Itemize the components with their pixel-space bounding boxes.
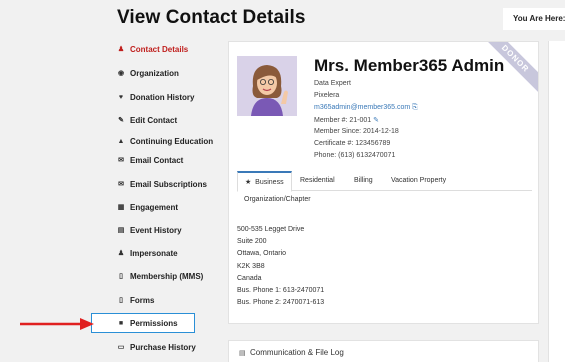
sidebar-item-label: Permissions [130,318,178,328]
sidebar-item-label: Event History [130,225,182,235]
avatar-illustration-icon [237,56,297,116]
phone-number: Phone: (613) 6132470071 [314,152,396,159]
envelope-outline-icon: ✉ [118,181,124,188]
sidebar-item-donation-history[interactable]: ♥ Donation History [110,88,220,106]
address-block: 500-535 Legget Drive Suite 200 Ottawa, O… [237,226,324,311]
avatar [237,56,297,116]
address-line: 500-535 Legget Drive [237,226,305,233]
receipt-icon: ▭ [117,344,125,351]
sidebar-item-purchase-history[interactable]: ▭ Purchase History [110,338,220,356]
address-line: Bus. Phone 2: 2470071-613 [237,299,325,307]
sidebar-item-continuing-education[interactable]: ▲ Continuing Education [110,132,220,150]
address-line: Canada [237,274,262,282]
address-tabs: ★ Business Residential Billing Vacation … [237,171,532,211]
right-panel [548,41,565,362]
graduation-cap-icon: ▲ [117,137,125,145]
sidebar-item-label: Contact Details [130,44,189,54]
sidebar-item-event-history[interactable]: ▤ Event History [110,221,220,239]
contact-email-link[interactable]: m365admin@member365.com ⎘ [314,104,418,112]
tab-residential[interactable]: Residential [293,172,342,189]
calendar-icon: ▤ [117,227,125,234]
contact-company: Pixelera [314,92,340,99]
grid-icon: ▦ [117,204,125,211]
sidebar-item-email-subscriptions[interactable]: ✉ Email Subscriptions [110,175,220,193]
copy-icon[interactable]: ⎘ [412,104,418,111]
tab-vacation-property[interactable]: Vacation Property [384,172,453,189]
lock-icon: ■ [118,319,124,327]
communication-file-log-panel[interactable]: ▤ Communication & File Log [228,340,539,362]
sidebar-item-label: Impersonate [130,248,178,258]
envelope-icon: ✉ [118,157,124,164]
edit-member-number-icon[interactable]: ✎ [373,117,379,124]
member-since: Member Since: 2014-12-18 [314,128,399,135]
contact-card: DONOR Mrs. Member365 Admin Data Expert P… [228,41,539,324]
sidebar-item-label: Forms [130,295,155,305]
sidebar-item-label: Engagement [130,202,179,212]
sidebar-item-impersonate[interactable]: ♟ Impersonate [110,244,220,262]
sidebar-item-email-contact[interactable]: ✉ Email Contact [110,151,220,169]
sidebar-item-forms[interactable]: ▯ Forms [110,291,220,309]
sidebar-item-contact-details[interactable]: ♟ Contact Details [110,40,220,58]
sidebar-item-engagement[interactable]: ▦ Engagement [110,198,220,216]
contact-name: Mrs. Member365 Admin [314,56,505,75]
contact-title: Data Expert [314,80,351,87]
edit-icon: ✎ [118,117,124,124]
sidebar-item-membership[interactable]: ▯ Membership (MMS) [110,267,220,285]
sidebar-item-label: Email Subscriptions [130,179,207,189]
sidebar-item-permissions[interactable]: ■ Permissions [91,313,195,333]
file-icon: ▤ [239,350,246,357]
member-number-text: Member #: 21-001 [314,117,372,124]
sidebar-item-label: Purchase History [130,342,196,352]
user-secret-icon: ♟ [117,250,125,257]
email-text: m365admin@member365.com [314,104,411,111]
address-line: Suite 200 [237,238,267,246]
tab-billing[interactable]: Billing [347,172,380,189]
panel-title: Communication & File Log [250,348,344,357]
tab-organization-chapter[interactable]: Organization/Chapter [237,191,318,208]
address-line: K2K 3B8 [237,262,265,270]
sidebar-item-label: Donation History [130,92,195,102]
sidebar-item-edit-contact[interactable]: ✎ Edit Contact [110,111,220,129]
sidebar-item-organization[interactable]: ◉ Organization [110,64,220,82]
certificate-number: Certificate #: 123456789 [314,140,391,147]
sidebar-item-label: Membership (MMS) [130,271,204,281]
member-number: Member #: 21-001 ✎ [314,116,379,124]
tab-label: Business [255,179,284,186]
sidebar-item-label: Organization [130,68,179,78]
sidebar-item-label: Continuing Education [130,136,214,146]
address-line: Bus. Phone 1: 613-2470071 [237,286,325,294]
tab-business[interactable]: ★ Business [237,171,292,192]
sidebar-item-label: Edit Contact [130,115,178,125]
form-icon: ▯ [119,297,123,304]
sidebar-item-label: Email Contact [130,155,184,165]
breadcrumb: You Are Here: [503,8,565,30]
star-icon: ★ [245,179,252,186]
page-title: View Contact Details [117,7,306,28]
address-line: Ottawa, Ontario [237,250,287,258]
person-icon: ♟ [117,46,125,53]
red-arrow-icon [20,318,94,330]
heart-icon: ♥ [118,93,124,101]
eye-icon: ◉ [117,70,125,77]
bookmark-icon: ▯ [119,273,123,280]
